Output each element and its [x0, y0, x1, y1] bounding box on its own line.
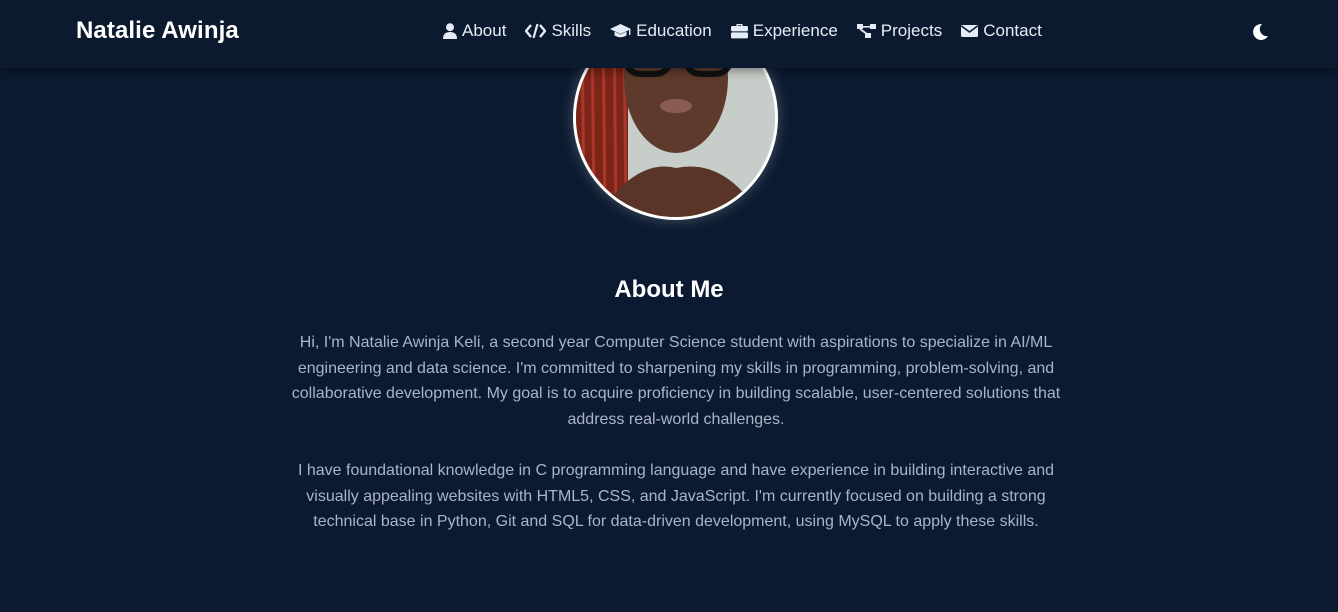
nav-contact[interactable]: Contact — [961, 21, 1042, 41]
briefcase-icon — [730, 23, 748, 39]
about-paragraph-1: Hi, I'm Natalie Awinja Keli, a second ye… — [291, 334, 1061, 429]
project-diagram-icon — [856, 23, 876, 39]
nav-contact-label: Contact — [983, 21, 1042, 40]
nav-education-label: Education — [636, 21, 712, 40]
nav-education[interactable]: Education — [610, 21, 712, 41]
graduation-cap-icon — [610, 23, 632, 39]
about-paragraph-2: I have foundational knowledge in C progr… — [297, 462, 1055, 531]
nav-projects[interactable]: Projects — [856, 21, 943, 41]
theme-toggle-button[interactable] — [1251, 23, 1269, 41]
brand-name[interactable]: Natalie Awinja — [76, 17, 239, 45]
nav-skills-label: Skills — [551, 21, 592, 40]
nav-skills[interactable]: Skills — [525, 21, 591, 41]
about-title: About Me — [614, 276, 724, 303]
nav-experience-label: Experience — [752, 21, 838, 40]
moon-icon — [1251, 23, 1269, 45]
nav-links: About Skills Education Experience Projec… — [443, 21, 1042, 41]
envelope-icon — [961, 24, 979, 38]
code-icon — [525, 23, 547, 39]
nav-experience[interactable]: Experience — [730, 21, 838, 41]
nav-projects-label: Projects — [880, 21, 943, 40]
nav-about[interactable]: About — [443, 21, 506, 41]
nav-about-label: About — [462, 21, 507, 40]
navbar: Natalie Awinja About Skills Education Ex… — [0, 0, 1338, 68]
user-icon — [443, 23, 457, 39]
